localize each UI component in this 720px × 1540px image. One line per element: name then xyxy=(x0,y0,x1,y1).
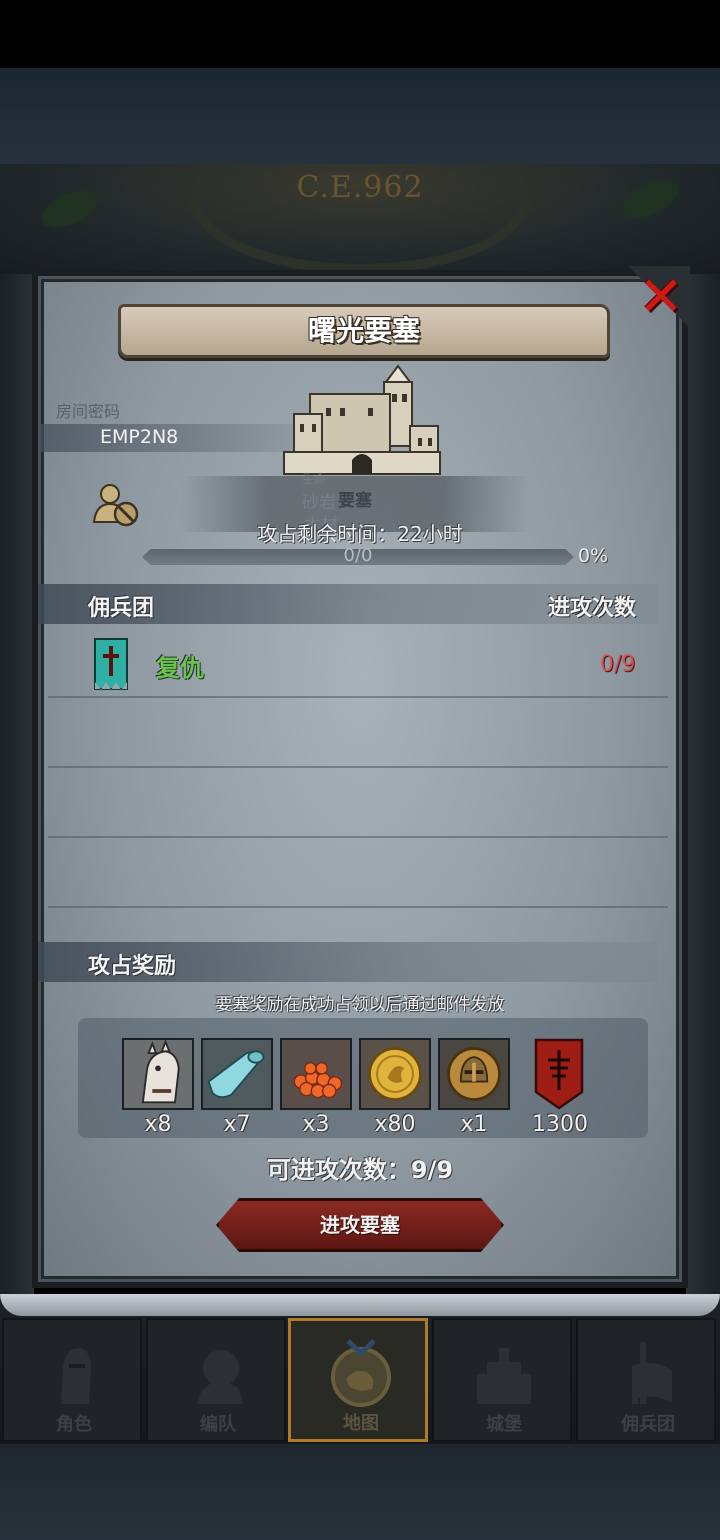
reward-count: x80 xyxy=(374,1112,416,1137)
remaining-attempts: 可进攻次数：9/9 xyxy=(266,1156,454,1184)
nav-tab-squad[interactable]: 编队 xyxy=(146,1318,286,1442)
era-year: C.E.962 xyxy=(296,170,424,205)
left-edge xyxy=(0,274,34,1294)
close-icon[interactable]: ✕ xyxy=(636,270,686,324)
nav-tab-map[interactable]: 地图 xyxy=(288,1318,428,1442)
nav-tab-castle[interactable]: 城堡 xyxy=(432,1318,572,1442)
ghost-label: 生命 xyxy=(302,472,327,486)
reward-count: x3 xyxy=(302,1112,330,1137)
squad-icon xyxy=(197,1350,243,1404)
status-bar xyxy=(0,0,720,68)
reward-count: x8 xyxy=(144,1112,172,1137)
mercenary-name[interactable]: 复仇 xyxy=(156,648,204,683)
mercenary-icon xyxy=(632,1342,672,1404)
right-edge xyxy=(686,274,720,1294)
system-nav-bar xyxy=(0,1444,720,1540)
room-code-label: 房间密码 xyxy=(56,402,121,421)
attack-fortress-label[interactable]: 进攻要塞 xyxy=(216,1198,504,1252)
knight-icon xyxy=(61,1348,91,1404)
reward-count: x1 xyxy=(460,1112,488,1137)
row-divider xyxy=(48,696,668,698)
gold-coin-icon[interactable] xyxy=(359,1038,431,1110)
castle-icon xyxy=(477,1348,531,1404)
capture-progress-text: 0/0 xyxy=(343,545,373,566)
row-divider xyxy=(48,906,668,908)
meat-icon[interactable] xyxy=(280,1038,352,1110)
reward-count: x7 xyxy=(223,1112,251,1137)
capture-progress-percent: 0% xyxy=(578,545,609,567)
nav-label: 编队 xyxy=(200,1414,236,1435)
attack-count-header: 进攻次数 xyxy=(548,596,637,621)
reward-section-title: 攻占奖励 xyxy=(88,954,177,979)
nav-label: 地图 xyxy=(343,1413,379,1434)
era-banner: C.E.962 xyxy=(0,164,720,274)
reward-count: 1300 xyxy=(532,1112,588,1137)
row-divider xyxy=(48,836,668,838)
nav-tab-character[interactable]: 角色 xyxy=(2,1318,142,1442)
room-code-value[interactable]: EMP2N8 xyxy=(100,426,178,448)
row-divider xyxy=(48,766,668,768)
red-banner-icon[interactable] xyxy=(534,1038,584,1110)
helmet-icon[interactable] xyxy=(438,1038,510,1110)
background-top xyxy=(0,68,720,164)
mercenary-section-title: 佣兵团 xyxy=(88,596,155,621)
nav-label: 城堡 xyxy=(486,1414,522,1435)
nav-label: 佣兵团 xyxy=(621,1414,675,1435)
mercenary-banner-icon xyxy=(94,638,128,690)
capture-timer: 攻占剩余时间：22小时 xyxy=(257,522,463,546)
user-blocked-icon[interactable] xyxy=(92,482,140,528)
dialog-title: 曙光要塞 xyxy=(307,314,420,347)
horse-icon[interactable] xyxy=(122,1038,194,1110)
fortress-icon xyxy=(283,364,441,475)
snow-edge xyxy=(0,1294,720,1316)
nav-tab-mercenary[interactable]: 佣兵团 xyxy=(576,1318,716,1442)
nav-label: 角色 xyxy=(56,1414,92,1435)
reward-note: 要塞奖励在成功占领以后通过邮件发放 xyxy=(215,995,505,1015)
mercenary-attack-count: 0/9 xyxy=(600,652,636,677)
ghost-label: 要塞 xyxy=(338,491,372,511)
cloth-icon[interactable] xyxy=(201,1038,273,1110)
map-icon xyxy=(331,1339,391,1407)
